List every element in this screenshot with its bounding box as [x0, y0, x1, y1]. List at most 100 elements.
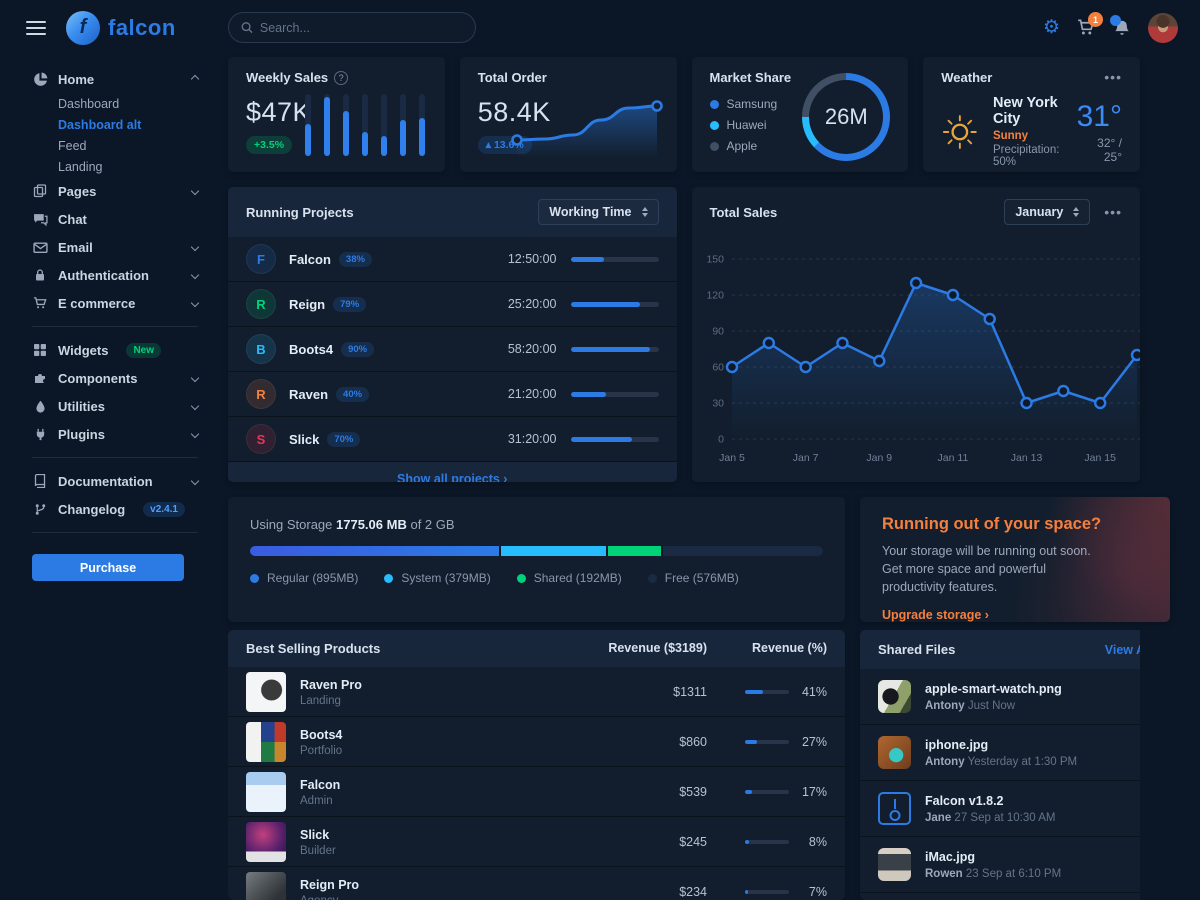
sidebar-item-landing[interactable]: Landing [58, 156, 198, 177]
bar [419, 94, 425, 156]
notifications-button[interactable] [1113, 19, 1131, 37]
sidebar-item-plugins[interactable]: Plugins [32, 420, 198, 448]
project-list: F Falcon 38% 12:50:00 R Reign 79% 25:20:… [228, 237, 677, 462]
menu-toggle-icon[interactable] [26, 17, 46, 39]
product-name[interactable]: Raven Pro [300, 678, 362, 692]
puzzle-icon [32, 371, 48, 385]
sidebar-item-widgets[interactable]: Widgets New [32, 336, 198, 364]
project-avatar: B [246, 334, 276, 364]
legend-label: Huawei [727, 118, 767, 132]
project-time: 12:50:00 [508, 252, 557, 266]
sidebar-item-changelog[interactable]: Changelog v2.4.1 [32, 495, 198, 523]
sidebar-item-ecommerce[interactable]: E commerce [32, 289, 198, 317]
more-menu-icon[interactable]: ••• [1104, 74, 1122, 81]
svg-text:150: 150 [706, 254, 724, 266]
project-avatar: R [246, 289, 276, 319]
widgets-grid-icon [32, 343, 48, 357]
sidebar-item-documentation[interactable]: Documentation [32, 467, 198, 495]
bar [343, 94, 349, 156]
running-projects-card: Running Projects Working Time F Falcon 3… [228, 187, 677, 482]
weather-condition: Sunny [993, 130, 1063, 142]
new-badge: New [126, 343, 161, 358]
sidebar-item-chat[interactable]: Chat [32, 205, 198, 233]
project-name[interactable]: Reign [289, 297, 325, 312]
product-category: Agency [300, 895, 359, 900]
project-progress-bar [571, 302, 659, 307]
purchase-button[interactable]: Purchase [32, 554, 184, 581]
more-menu-icon[interactable]: ••• [1104, 209, 1122, 216]
month-select[interactable]: January [1004, 199, 1090, 225]
view-all-link[interactable]: View All [1105, 643, 1140, 657]
sidebar-item-dashboard[interactable]: Dashboard [58, 93, 198, 114]
chevron-down-icon [191, 477, 199, 485]
user-avatar[interactable] [1148, 13, 1178, 43]
revenue-progress-bar [745, 740, 789, 744]
product-name[interactable]: Slick [300, 828, 329, 842]
project-row: R Reign 79% 25:20:00 [228, 282, 677, 327]
cart-button[interactable]: 1 [1077, 18, 1096, 37]
file-row: Falcon v1.8.2 Jane 27 Sep at 10:30 AM [860, 781, 1140, 837]
product-thumbnail [246, 872, 286, 900]
sidebar-item-authentication[interactable]: Authentication [32, 261, 198, 289]
legend-item: Free (576MB) [648, 571, 739, 585]
file-name[interactable]: apple-smart-watch.png [925, 682, 1062, 696]
legend-dot [384, 574, 393, 583]
plug-icon [32, 428, 48, 441]
sidebar-label: Plugins [58, 427, 105, 442]
book-icon [32, 474, 48, 488]
help-icon[interactable]: ? [334, 71, 348, 85]
shared-files-card: Shared Files View All apple-smart-watch.… [860, 630, 1140, 900]
project-percent-badge: 79% [333, 297, 366, 312]
file-name[interactable]: Falcon v1.8.2 [925, 794, 1004, 808]
sidebar-item-dashboard-alt[interactable]: Dashboard alt [58, 114, 198, 135]
select-value: January [1015, 205, 1063, 219]
space-card-title: Running out of your space? [882, 515, 1148, 534]
project-avatar: F [246, 244, 276, 274]
product-name[interactable]: Reign Pro [300, 878, 359, 892]
legend-dot [250, 574, 259, 583]
project-time: 25:20:00 [508, 297, 557, 311]
donut-center-value: 26M [825, 104, 868, 130]
chevron-up-icon [191, 75, 199, 83]
product-category: Landing [300, 695, 362, 707]
column-revenue: Revenue ($3189) [587, 641, 707, 656]
project-row: F Falcon 38% 12:50:00 [228, 237, 677, 282]
search-box[interactable] [228, 12, 476, 43]
search-input[interactable] [260, 21, 463, 35]
sidebar-item-components[interactable]: Components [32, 364, 198, 392]
project-avatar: S [246, 424, 276, 454]
sidebar-item-email[interactable]: Email [32, 233, 198, 261]
settings-button[interactable]: ⚙ [1043, 18, 1060, 37]
project-name[interactable]: Boots4 [289, 342, 333, 357]
project-progress-bar [571, 257, 659, 262]
product-name[interactable]: Boots4 [300, 728, 342, 742]
brand-logo[interactable]: f falcon [66, 11, 176, 45]
storage-segment [663, 546, 823, 556]
file-name[interactable]: iphone.jpg [925, 738, 988, 752]
product-revenue: $245 [607, 835, 707, 849]
show-all-projects-link[interactable]: Show all projects › [228, 462, 677, 482]
project-name[interactable]: Slick [289, 432, 319, 447]
sidebar-item-utilities[interactable]: Utilities [32, 392, 198, 420]
legend-label: System (379MB) [401, 571, 490, 585]
project-name[interactable]: Raven [289, 387, 328, 402]
bar [381, 94, 387, 156]
chevron-down-icon [191, 402, 199, 410]
revenue-progress-bar [745, 690, 789, 694]
sidebar-item-pages[interactable]: Pages [32, 177, 198, 205]
weather-city: New York City [993, 95, 1063, 127]
legend-dot [710, 100, 719, 109]
file-name[interactable]: iMac.jpg [925, 850, 975, 864]
product-name[interactable]: Falcon [300, 778, 340, 792]
upgrade-storage-link[interactable]: Upgrade storage › [882, 608, 989, 622]
working-time-select[interactable]: Working Time [538, 199, 658, 225]
best-selling-card: Best Selling Products Revenue ($3189) Re… [228, 630, 845, 900]
weather-card: Weather ••• New York City Sunny Prec [923, 57, 1140, 172]
sidebar-item-home[interactable]: Home [32, 65, 198, 93]
project-name[interactable]: Falcon [289, 252, 331, 267]
storage-segment [250, 546, 499, 556]
space-card-body: Your storage will be running out soon. G… [882, 542, 1112, 596]
product-percent: 41% [799, 685, 827, 699]
sidebar-item-feed[interactable]: Feed [58, 135, 198, 156]
total-sales-card: Total Sales January ••• 0306090120150Jan… [692, 187, 1141, 482]
